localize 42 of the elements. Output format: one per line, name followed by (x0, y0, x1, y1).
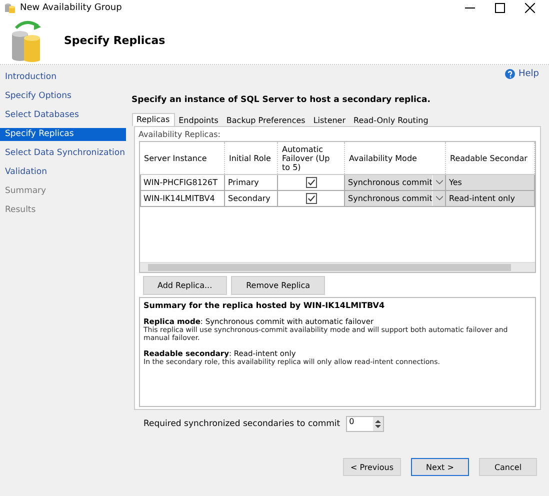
caret-icon (436, 180, 444, 185)
sidebar-item[interactable]: Select Databases (0, 109, 126, 122)
column-header[interactable]: Automatic Failover (Up to 5) (278, 142, 344, 174)
window-title: New Availability Group (20, 3, 122, 13)
column-header[interactable]: Server Instance (140, 142, 224, 174)
dropdown[interactable]: Read-intent only (446, 190, 534, 206)
sidebar-item[interactable]: Specify Replicas (0, 128, 126, 141)
table-cell: Primary (224, 174, 278, 190)
button[interactable]: Add Replica... (142, 276, 228, 295)
button[interactable]: Remove Replica (231, 276, 326, 295)
table-cell: WIN-IK14LMITBV4 (140, 190, 224, 206)
column-header[interactable]: Initial Role (224, 142, 278, 174)
tab[interactable]: Endpoints (174, 115, 222, 126)
close-icon[interactable] (525, 3, 535, 13)
tab[interactable]: Listener (309, 115, 350, 126)
tab[interactable]: Backup Preferences (222, 115, 310, 126)
field-label: Required synchronized secondaries to commit (144, 419, 340, 429)
sidebar-item[interactable]: Validation (0, 166, 126, 179)
button[interactable]: Next > (411, 458, 469, 476)
checkbox[interactable] (306, 193, 316, 204)
summary-title: Summary for the replica hosted by WIN-IK14LMITBV4 (144, 301, 386, 310)
maximize-icon[interactable] (495, 3, 505, 13)
table-caption: Availability Replicas: (138, 130, 222, 141)
help-link[interactable]: Help (505, 69, 539, 79)
dropdown[interactable]: Yes (446, 174, 534, 190)
help-icon (505, 69, 516, 79)
button[interactable]: < Previous (343, 458, 401, 476)
checkbox[interactable] (306, 177, 316, 188)
database-icon (4, 2, 16, 14)
sidebar-item[interactable]: Introduction (0, 71, 126, 84)
table-cell: Secondary (224, 190, 278, 206)
table-cell: WIN-PHCFIG8126T (140, 174, 224, 190)
scrollbar[interactable] (140, 262, 535, 272)
page-heading: Specify Replicas (64, 34, 166, 46)
tab[interactable]: Replicas (132, 113, 175, 126)
caret-icon (436, 196, 444, 201)
button[interactable]: Cancel (479, 458, 537, 476)
sidebar-item[interactable]: Select Data Synchronization (0, 147, 126, 160)
sidebar-item[interactable]: Specify Options (0, 90, 126, 103)
tab[interactable]: Read-Only Routing (350, 115, 432, 126)
number-spinner[interactable]: 0 (346, 416, 384, 432)
instruction-text: Specify an instance of SQL Server to host a secondary replica. (132, 95, 432, 107)
